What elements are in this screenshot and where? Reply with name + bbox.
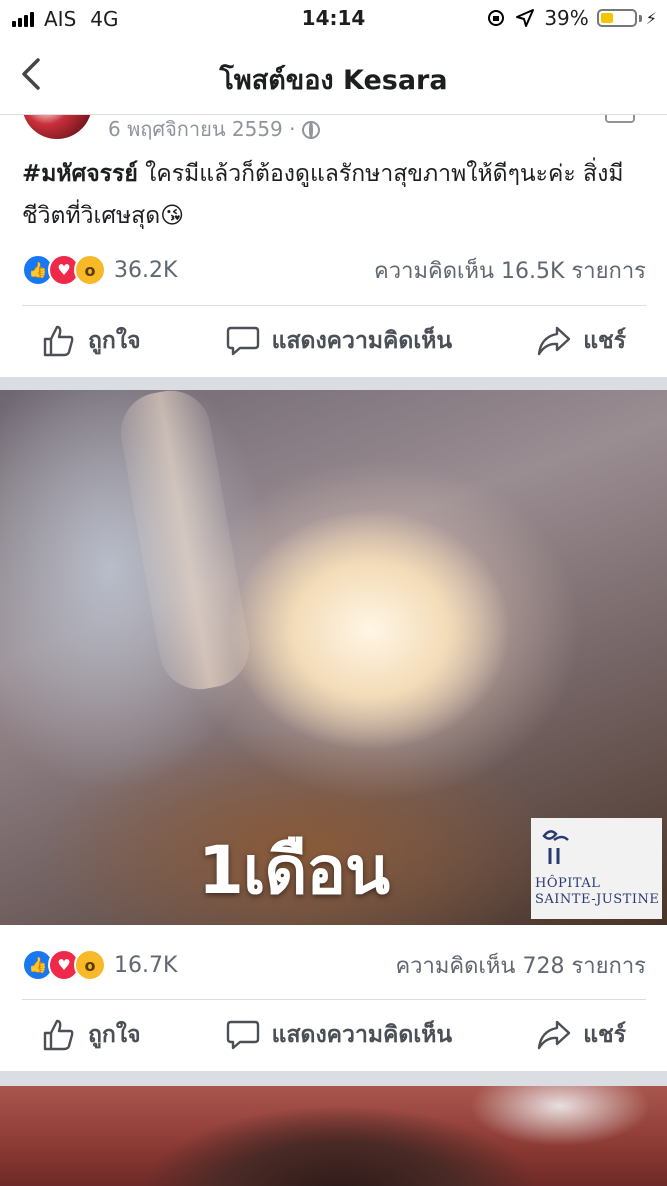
thumbs-up-icon [43, 325, 74, 357]
post-action-bar: ถูกใจ แสดงความคิดเห็น แชร์ [22, 305, 646, 376]
orientation-lock-icon [488, 10, 505, 26]
wow-face-icon: o [74, 949, 106, 981]
status-bar: AIS 4G 14:14 39% ⚡ [0, 0, 667, 38]
hospital-logo-icon [542, 830, 569, 864]
wow-face-icon: o [74, 254, 106, 286]
logo-text-line2: SAINTE-JUSTINE [535, 892, 660, 907]
speech-bubble-icon [226, 326, 259, 356]
reaction-icons: 👍 ♥ o [22, 949, 106, 981]
photo-caption: 1เดือน [198, 832, 390, 909]
photo-action-bar: ถูกใจ แสดงความคิดเห็น แชร์ [22, 999, 646, 1070]
share-button[interactable]: แชร์ [537, 1017, 626, 1053]
page-title: โพสต์ของ Kesara [219, 65, 448, 96]
post-date[interactable]: 6 พฤศจิกายน 2559 · [108, 115, 320, 145]
thumbs-up-icon [43, 1019, 74, 1051]
location-arrow-icon [516, 9, 535, 27]
hospital-logo: HÔPITAL SAINTE-JUSTINE [531, 818, 662, 919]
comment-count[interactable]: ความคิดเห็น 728 รายการ [395, 948, 646, 983]
avatar[interactable] [22, 115, 92, 139]
like-button[interactable]: ถูกใจ [42, 323, 141, 359]
post-text: #มหัศจรรย์ ใครมีแล้วก็ต้องดูแลรักษาสุขภา… [22, 153, 652, 237]
charging-bolt-icon: ⚡ [645, 8, 657, 28]
battery-percent: 39% [544, 6, 589, 30]
reaction-icons: 👍 ♥ o [22, 254, 106, 286]
section-divider [0, 1071, 667, 1086]
comment-button[interactable]: แสดงความคิดเห็น [226, 323, 452, 359]
comment-count[interactable]: ความคิดเห็น 16.5K รายการ [374, 253, 646, 288]
reaction-count: 36.2K [114, 257, 178, 283]
globe-icon [301, 121, 320, 139]
hashtag-link[interactable]: #มหัศจรรย์ [22, 161, 138, 187]
post-reaction-summary[interactable]: 👍 ♥ o 36.2K ความคิดเห็น 16.5K รายการ [22, 252, 646, 288]
post-header: 6 พฤศจิกายน 2559 · [0, 115, 667, 145]
share-button[interactable]: แชร์ [537, 323, 626, 359]
battery-icon [596, 9, 637, 27]
logo-text-line1: HÔPITAL [535, 876, 601, 891]
next-post-photo[interactable] [0, 1086, 667, 1186]
like-button[interactable]: ถูกใจ [42, 1017, 141, 1053]
status-bar-right: 39% ⚡ [486, 6, 657, 30]
section-divider [0, 377, 667, 390]
comment-button[interactable]: แสดงความคิดเห็น [226, 1017, 452, 1053]
share-arrow-icon [538, 326, 571, 356]
speech-bubble-icon [226, 1020, 259, 1050]
photo-reaction-summary[interactable]: 👍 ♥ o 16.7K ความคิดเห็น 728 รายการ [22, 947, 646, 983]
more-options-button[interactable] [605, 115, 635, 123]
navigation-bar: โพสต์ของ Kesara [0, 38, 667, 115]
share-arrow-icon [538, 1020, 571, 1050]
reaction-count: 16.7K [114, 952, 178, 978]
